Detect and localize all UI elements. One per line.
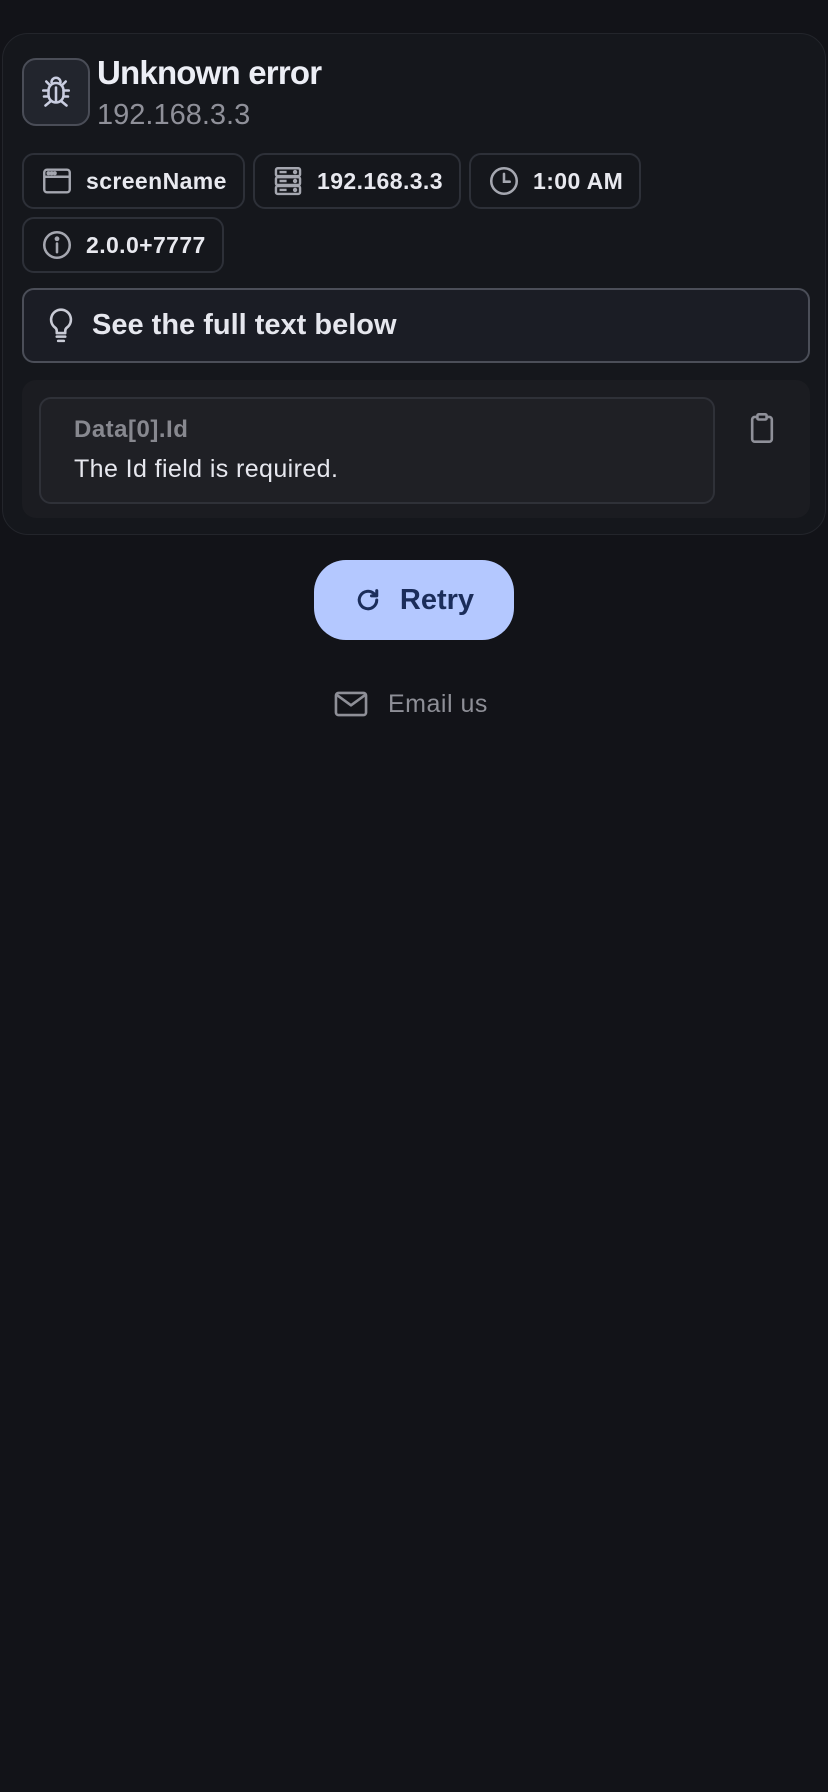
info-icon bbox=[42, 230, 72, 260]
error-details: Data[0].Id The Id field is required. bbox=[22, 380, 810, 518]
retry-label: Retry bbox=[399, 583, 475, 616]
hint-banner: See the full text below bbox=[22, 288, 810, 363]
error-card: Unknown error 192.168.3.3 screenName 192… bbox=[2, 33, 826, 535]
detail-key: Data[0].Id bbox=[74, 416, 189, 443]
chip-label: 1:00 AM bbox=[533, 167, 624, 194]
error-title: Unknown error bbox=[97, 54, 322, 91]
detail-item[interactable]: Data[0].Id The Id field is required. bbox=[39, 397, 715, 504]
chip-label: screenName bbox=[86, 167, 227, 194]
chip-label: 2.0.0+7777 bbox=[86, 231, 206, 258]
copy-button[interactable] bbox=[740, 406, 784, 450]
mail-icon bbox=[334, 691, 368, 717]
clipboard-icon bbox=[750, 412, 774, 444]
detail-message: The Id field is required. bbox=[74, 455, 339, 483]
server-icon bbox=[274, 167, 302, 196]
chip-host[interactable]: 192.168.3.3 bbox=[253, 153, 461, 209]
hint-text: See the full text below bbox=[92, 309, 397, 341]
bug-icon bbox=[22, 58, 90, 126]
clock-icon bbox=[489, 166, 519, 196]
window-icon bbox=[43, 168, 71, 194]
email-label: Email us bbox=[388, 689, 488, 718]
chip-label: 192.168.3.3 bbox=[317, 167, 443, 194]
error-subtitle: 192.168.3.3 bbox=[97, 99, 251, 131]
chip-screen-name[interactable]: screenName bbox=[22, 153, 245, 209]
chip-time[interactable]: 1:00 AM bbox=[469, 153, 642, 209]
chip-version[interactable]: 2.0.0+7777 bbox=[22, 217, 224, 273]
lightbulb-icon bbox=[49, 307, 73, 342]
email-us-link[interactable]: Email us bbox=[334, 684, 488, 724]
refresh-icon bbox=[357, 589, 379, 611]
retry-button[interactable]: Retry bbox=[314, 560, 514, 640]
